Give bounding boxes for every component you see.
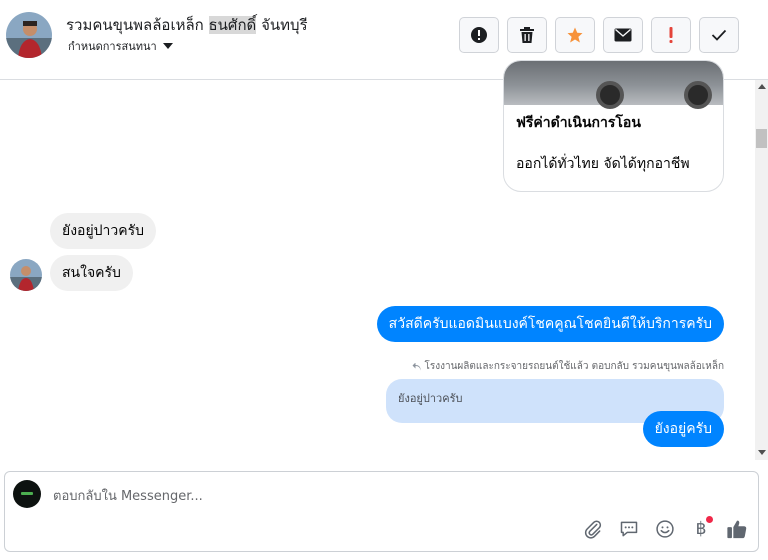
envelope-icon bbox=[614, 28, 632, 42]
delete-button[interactable] bbox=[507, 17, 547, 53]
paperclip-icon bbox=[584, 520, 602, 539]
star-button[interactable] bbox=[555, 17, 595, 53]
conversation-options-label: กำหนดการสนทนา bbox=[68, 40, 157, 53]
product-card[interactable]: ฟรีค่าดำเนินการโอน ออกได้ทั่วไทย จัดได้ท… bbox=[503, 60, 724, 192]
chat-bubble-icon bbox=[620, 521, 638, 537]
contact-name-highlight: ธนศักดิ์ bbox=[208, 16, 257, 34]
outgoing-message[interactable]: ยังอยู่ครับ bbox=[642, 411, 724, 447]
like-button[interactable] bbox=[726, 518, 748, 540]
star-icon bbox=[567, 27, 583, 43]
reply-composer: ฿ bbox=[4, 471, 759, 552]
reply-context: โรงงานผลิตและกระจายรถยนต์ใช้แล้ว ตอบกลับ… bbox=[412, 359, 724, 374]
reply-arrow-icon bbox=[412, 362, 421, 370]
incoming-message[interactable]: ยังอยู่ปาวครับ bbox=[50, 213, 157, 249]
notification-dot bbox=[706, 516, 713, 523]
thumbs-up-icon bbox=[727, 520, 747, 539]
product-card-image bbox=[504, 61, 723, 109]
check-icon bbox=[711, 29, 727, 41]
mark-unread-button[interactable] bbox=[603, 17, 643, 53]
contact-name: รวมคนขุนพลล้อเหล็ก ธนศักดิ์ จันทบุรี bbox=[66, 13, 308, 37]
attach-button[interactable] bbox=[582, 518, 604, 540]
product-card-description: ออกได้ทั่วไทย จัดได้ทุกอาชีพ bbox=[516, 156, 690, 172]
scroll-thumb[interactable] bbox=[756, 129, 767, 148]
conversation-options-dropdown[interactable]: กำหนดการสนทนา bbox=[68, 37, 173, 55]
incoming-message[interactable]: สนใจครับ bbox=[50, 255, 133, 291]
caret-down-icon bbox=[162, 43, 173, 49]
alert-circle-icon bbox=[471, 27, 487, 43]
composer-tools: ฿ bbox=[582, 516, 748, 540]
contact-name-suffix: จันทบุรี bbox=[261, 16, 308, 34]
sender-avatar[interactable] bbox=[10, 259, 42, 291]
flag-important-button[interactable] bbox=[651, 17, 691, 53]
scroll-down-arrow-icon[interactable] bbox=[758, 450, 766, 455]
payment-button[interactable]: ฿ bbox=[690, 516, 713, 540]
exclamation-icon bbox=[669, 27, 673, 43]
report-spam-button[interactable] bbox=[459, 17, 499, 53]
mark-done-button[interactable] bbox=[699, 17, 739, 53]
reply-context-text: โรงงานผลิตและกระจายรถยนต์ใช้แล้ว ตอบกลับ… bbox=[424, 361, 724, 372]
product-card-title: ฟรีค่าดำเนินการโอน bbox=[516, 115, 641, 131]
scroll-up-arrow-icon[interactable] bbox=[758, 84, 766, 89]
page-avatar bbox=[13, 480, 41, 508]
trash-icon bbox=[520, 27, 534, 43]
saved-replies-button[interactable] bbox=[618, 518, 640, 540]
smiley-icon bbox=[656, 520, 674, 538]
outgoing-message[interactable]: สวัสดีครับแอดมินแบงค์โชคคูณโชคยินดีให้บร… bbox=[376, 306, 724, 342]
conversation-toolbar bbox=[459, 17, 739, 53]
reply-input[interactable] bbox=[53, 486, 693, 506]
emoji-button[interactable] bbox=[654, 518, 676, 540]
contact-avatar[interactable] bbox=[6, 12, 52, 58]
contact-name-prefix: รวมคนขุนพลล้อเหล็ก bbox=[66, 16, 204, 34]
message-scrollbar[interactable] bbox=[755, 80, 768, 460]
baht-icon: ฿ bbox=[695, 519, 707, 539]
